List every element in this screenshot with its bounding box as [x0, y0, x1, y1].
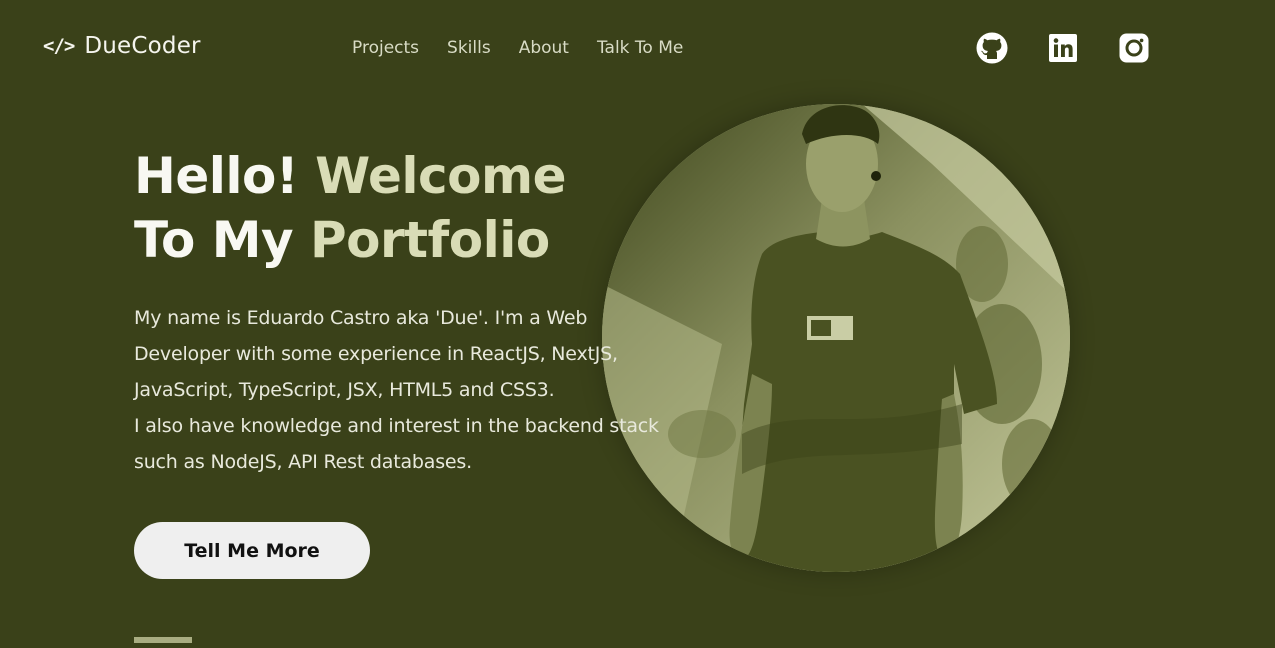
hero-title-to-my: To My: [134, 211, 310, 269]
portfolio-page: </> DueCoder Projects Skills About Talk …: [0, 0, 1275, 648]
bio-line: I also have knowledge and interest in th…: [134, 415, 659, 437]
instagram-icon[interactable]: [1118, 32, 1150, 64]
bio-line: My name is Eduardo Castro aka 'Due'. I'm…: [134, 307, 588, 329]
bio-line: JavaScript, TypeScript, JSX, HTML5 and C…: [134, 379, 555, 401]
hero-title: Hello! Welcome To My Portfolio: [134, 144, 567, 272]
bio-line: Developer with some experience in ReactJ…: [134, 343, 618, 365]
hero-title-portfolio: Portfolio: [309, 211, 550, 269]
nav-about[interactable]: About: [519, 38, 569, 58]
bio-paragraph: My name is Eduardo Castro aka 'Due'. I'm…: [134, 300, 734, 480]
linkedin-icon[interactable]: [1047, 32, 1079, 64]
tell-me-more-button[interactable]: Tell Me More: [134, 522, 370, 579]
social-links: [976, 32, 1150, 64]
logo-text: DueCoder: [84, 33, 201, 59]
nav-talk-to-me[interactable]: Talk To Me: [597, 38, 683, 58]
hero-title-greeting: Hello!: [134, 147, 316, 205]
code-brackets-icon: </>: [43, 35, 75, 57]
nav-projects[interactable]: Projects: [352, 38, 419, 58]
bio-line: such as NodeJS, API Rest databases.: [134, 451, 472, 473]
section-divider: [134, 637, 192, 643]
github-icon[interactable]: [976, 32, 1008, 64]
logo[interactable]: </> DueCoder: [43, 33, 201, 59]
hero-title-welcome: Welcome: [315, 147, 567, 205]
main-nav: Projects Skills About Talk To Me: [352, 38, 683, 58]
nav-skills[interactable]: Skills: [447, 38, 491, 58]
